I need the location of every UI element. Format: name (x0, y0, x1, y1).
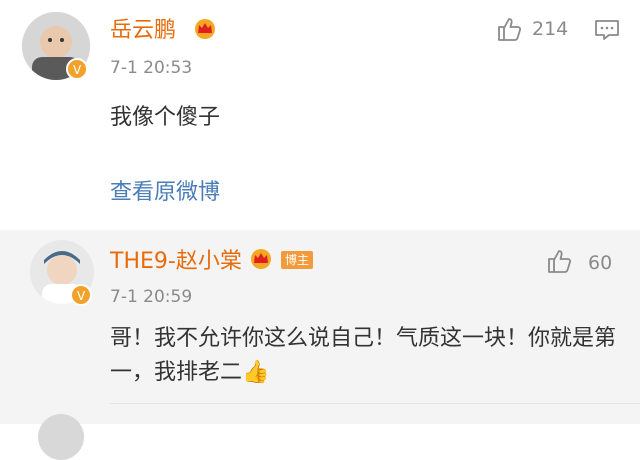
reply-like-count: 60 (588, 252, 613, 274)
vip-crown-icon (192, 18, 218, 40)
thumbs-up-icon (548, 250, 572, 273)
post-author-name[interactable]: 岳云鹏 (110, 18, 176, 44)
like-button[interactable]: 214 (496, 16, 576, 44)
reply-timestamp: 7-1 20:59 (110, 287, 193, 307)
divider (110, 403, 640, 404)
thumbs-up-icon (498, 18, 522, 41)
blogger-tag: 博主 (281, 251, 314, 269)
post-timestamp: 7-1 20:53 (110, 58, 193, 78)
vip-crown-icon (248, 248, 274, 270)
comment-icon (595, 20, 619, 40)
post-text: 我像个傻子 (110, 105, 221, 130)
comment-button[interactable] (594, 18, 620, 42)
next-reply-avatar[interactable] (38, 414, 84, 460)
verified-v-icon: V (66, 58, 88, 80)
reply-author-name[interactable]: THE9-赵小棠 (110, 249, 242, 275)
reply-like-button[interactable]: 60 (546, 248, 626, 276)
svg-text:V: V (73, 63, 82, 77)
like-count: 214 (532, 18, 569, 40)
svg-text:V: V (77, 289, 86, 303)
verified-v-icon: V (70, 284, 92, 306)
view-original-post-link[interactable]: 查看原微博 (110, 180, 220, 206)
reply-text: 哥！我不允许你这么说自己！气质这一块！你就是第一，我排老二👍 (110, 326, 617, 385)
